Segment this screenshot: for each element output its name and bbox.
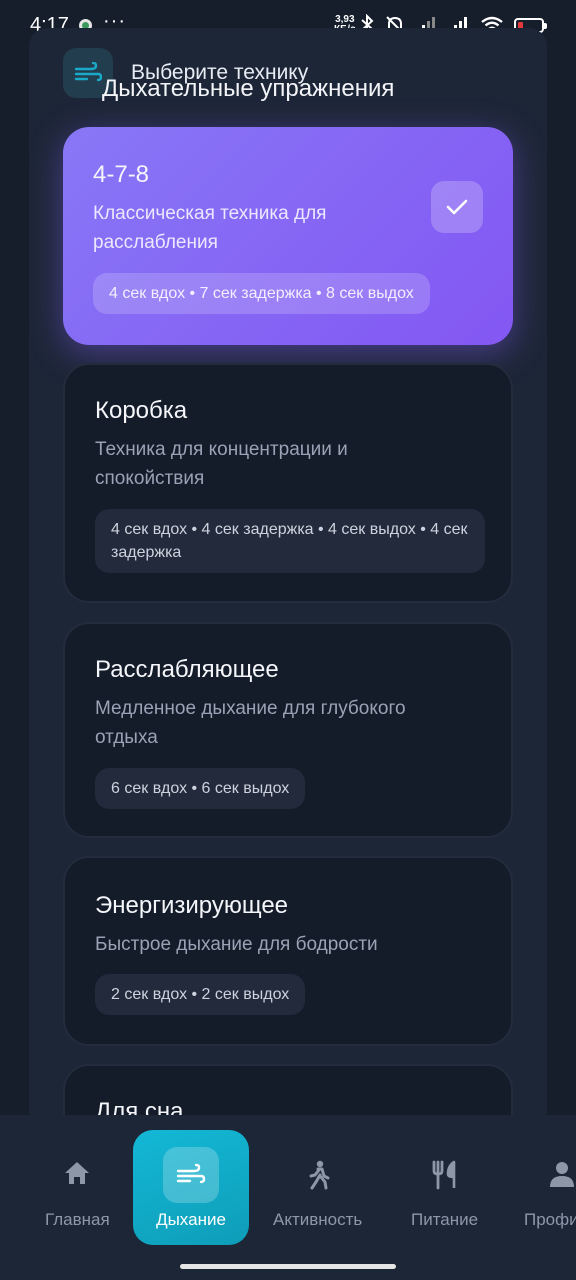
wind-icon [176, 1163, 206, 1184]
technique-pattern: 2 сек вдох • 2 сек выдох [95, 974, 306, 1015]
nav-label-activity: Активность [273, 1210, 363, 1229]
nav-item-home[interactable]: Главная [40, 1115, 115, 1245]
nav-label-nutrition: Питание [411, 1210, 479, 1229]
nav-item-activity[interactable]: Активность [272, 1115, 368, 1245]
nav-item-nutrition[interactable]: Питание [410, 1115, 482, 1245]
nav-item-breathing[interactable]: Дыхание [133, 1130, 249, 1245]
technique-card-relax[interactable]: Расслабляющее Медленное дыхание для глуб… [63, 622, 513, 838]
technique-title: Энергизирующее [95, 892, 289, 919]
technique-title: Коробка [95, 397, 188, 424]
technique-pattern: 6 сек вдох • 6 сек выдох [95, 768, 306, 809]
nav-label-breathing: Дыхание [156, 1210, 226, 1229]
techniques-sheet: Выберите технику Дыхательные упражнения … [29, 28, 547, 1128]
check-icon [446, 199, 468, 215]
technique-description: Быстрое дыхание для бодрости [95, 934, 378, 955]
utensils-icon [432, 1160, 456, 1190]
nav-label-profile: Профиль [524, 1210, 576, 1229]
technique-description: Классическая техника для расслабления [93, 203, 327, 253]
technique-pattern: 4 сек вдох • 4 сек задержка • 4 сек выдо… [95, 509, 485, 573]
wind-icon [74, 62, 102, 82]
technique-card-box[interactable]: Коробка Техника для концентрации и споко… [63, 363, 513, 603]
home-icon [65, 1162, 89, 1184]
user-icon [550, 1162, 574, 1187]
technique-description: Техника для концентрации и спокойствия [95, 439, 348, 489]
technique-card-478[interactable]: 4-7-8 Классическая техника для расслабле… [63, 127, 513, 345]
technique-card-energize[interactable]: Энергизирующее Быстрое дыхание для бодро… [63, 856, 513, 1046]
nav-active-icon-badge [163, 1147, 219, 1203]
walking-icon [309, 1160, 330, 1190]
technique-title: 4-7-8 [93, 161, 150, 188]
home-indicator[interactable] [180, 1264, 396, 1269]
bottom-navigation: Главная Дыхание Активность Питание Профи [0, 1115, 576, 1280]
nav-item-profile[interactable]: Профиль [524, 1115, 576, 1245]
selected-check[interactable] [431, 181, 483, 233]
technique-pattern: 4 сек вдох • 7 сек задержка • 8 сек выдо… [93, 273, 430, 314]
technique-title: Расслабляющее [95, 656, 279, 683]
nav-label-home: Главная [45, 1210, 110, 1229]
technique-description: Медленное дыхание для глубокого отдыха [95, 698, 406, 748]
page-title: Дыхательные упражнения [102, 75, 395, 102]
